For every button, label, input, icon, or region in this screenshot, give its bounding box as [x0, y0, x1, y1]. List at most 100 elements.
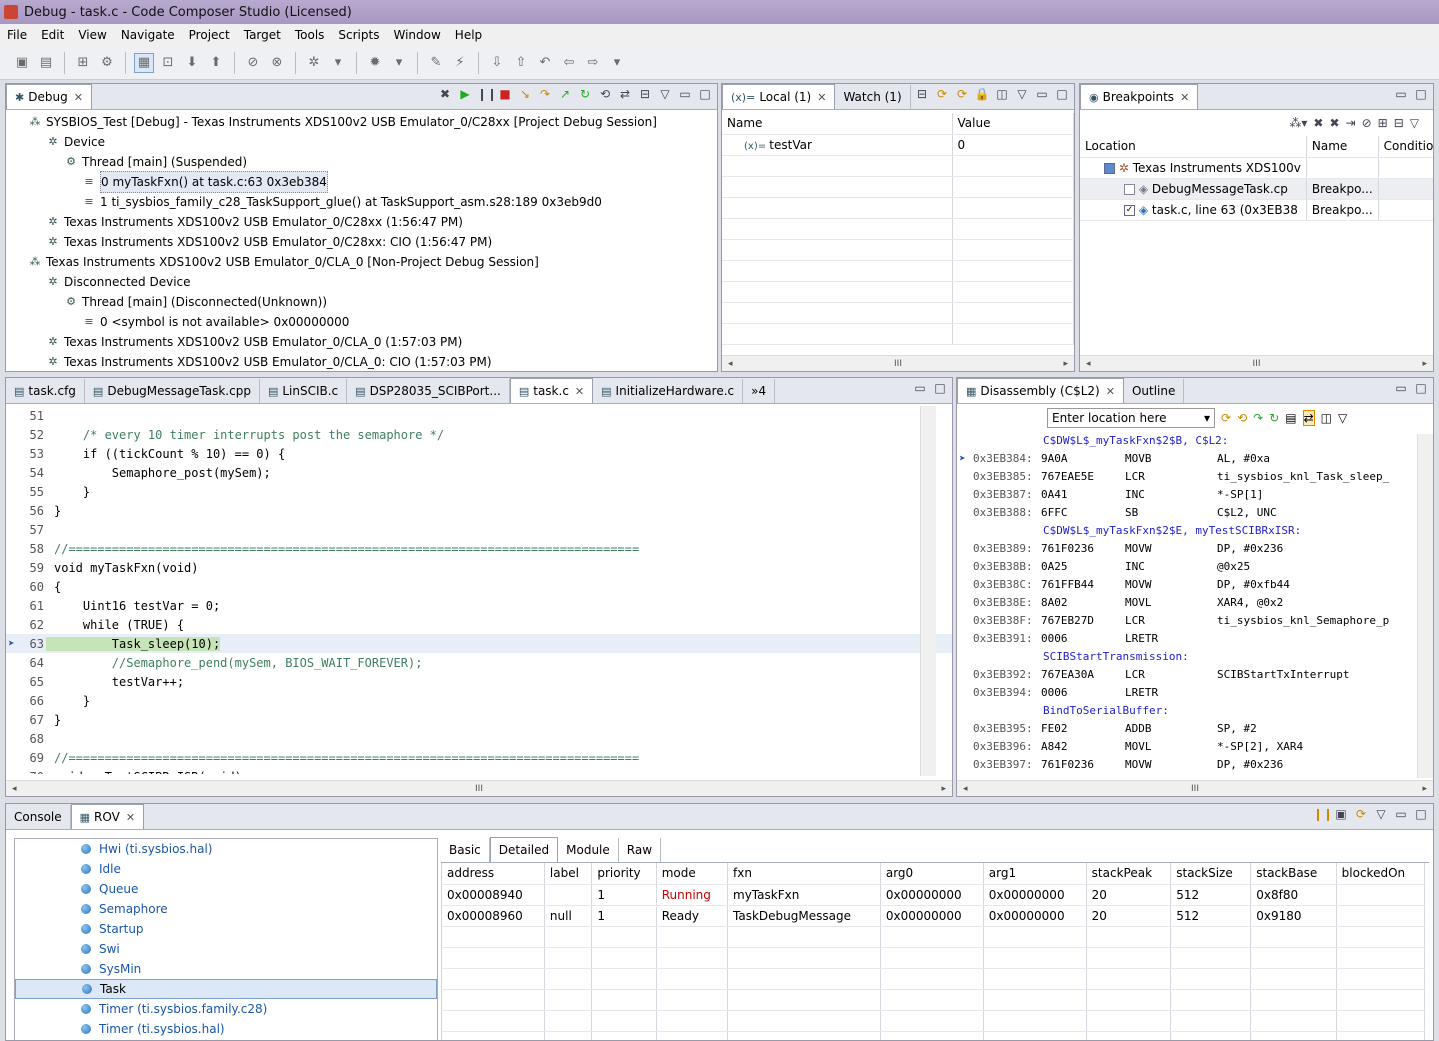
- refresh-icon[interactable]: ⟲: [1237, 411, 1247, 425]
- collapse-all-icon[interactable]: ⊟: [637, 87, 653, 101]
- remove-icon[interactable]: ✖: [1313, 116, 1323, 130]
- close-icon[interactable]: ✕: [1180, 91, 1189, 104]
- pause-icon[interactable]: ❙❙: [1313, 807, 1333, 821]
- maximize-icon[interactable]: □: [1054, 87, 1070, 101]
- menu-file[interactable]: File: [0, 28, 34, 42]
- step-over-icon[interactable]: ↷: [537, 87, 553, 101]
- remove-breakpoints-icon[interactable]: ⊗: [267, 53, 287, 73]
- close-icon[interactable]: ✕: [74, 91, 83, 104]
- code-line[interactable]: 60 {: [6, 577, 952, 596]
- tab-debug[interactable]: ✱ Debug ✕: [6, 84, 92, 109]
- col-address[interactable]: address: [441, 863, 545, 885]
- next-annotation-icon[interactable]: ⇩: [487, 53, 507, 73]
- disassembly-row[interactable]: C$DW$L$_myTaskFxn$2$E, myTestSCIBRxISR:: [957, 522, 1433, 540]
- maximize-icon[interactable]: □: [1413, 807, 1429, 821]
- code-line[interactable]: 58 //====================================…: [6, 539, 952, 558]
- close-icon[interactable]: ✕: [1106, 385, 1115, 398]
- rov-subtab[interactable]: Basic: [441, 838, 490, 862]
- location-combo[interactable]: Enter location here ▾: [1047, 408, 1215, 428]
- save-all-icon[interactable]: ▤: [36, 53, 56, 73]
- rov-module-item[interactable]: Queue: [15, 879, 437, 899]
- vertical-scrollbar[interactable]: [1417, 434, 1433, 778]
- disassembly-row[interactable]: 0x3EB395: FE02 ADDB SP, #2: [957, 720, 1433, 738]
- checkbox[interactable]: [1124, 183, 1135, 195]
- disassembly-row[interactable]: 0x3EB387: 0A41 INC *-SP[1]: [957, 486, 1433, 504]
- remove-all-icon[interactable]: ✖: [1329, 116, 1339, 130]
- build-dropdown-icon[interactable]: ▾: [328, 53, 348, 73]
- table-row[interactable]: ✓ ◈ task.c, line 63 (0x3EB38 Breakpo...: [1080, 199, 1433, 221]
- minimize-icon[interactable]: ▭: [1393, 807, 1409, 821]
- menu-window[interactable]: Window: [386, 28, 447, 42]
- memory-save-icon[interactable]: ⬆: [206, 53, 226, 73]
- view-menu-icon[interactable]: ▽: [657, 87, 673, 101]
- code-line[interactable]: 54 Semaphore_post(mySem);: [6, 463, 952, 482]
- tab-outline[interactable]: Outline: [1124, 379, 1185, 403]
- menu-navigate[interactable]: Navigate: [114, 28, 182, 42]
- prev-annotation-icon[interactable]: ⇧: [511, 53, 531, 73]
- rov-module-item[interactable]: Hwi (ti.sysbios.hal): [15, 839, 437, 859]
- debug-tree-item[interactable]: ≡ 0 <symbol is not available> 0x00000000: [28, 312, 717, 332]
- debug-tree-item[interactable]: ⁂ Texas Instruments XDS100v2 USB Emulator…: [28, 252, 717, 272]
- debug-tree-item[interactable]: ✲ Device: [28, 132, 717, 152]
- editor-tab[interactable]: ▤ task.cfg: [6, 379, 85, 403]
- close-icon[interactable]: ✕: [575, 385, 584, 398]
- col-arg1[interactable]: arg1: [983, 863, 1087, 885]
- disassembly-row[interactable]: 0x3EB392: 767EA30A LCR SCIBStartTxInterrupt: [957, 666, 1433, 684]
- flash-icon[interactable]: ⚡: [450, 53, 470, 73]
- editor-tab[interactable]: ▤ LinSCIB.c: [260, 379, 348, 403]
- menu-tools[interactable]: Tools: [288, 28, 332, 42]
- assembly-step-icon[interactable]: ↻: [577, 87, 593, 101]
- maximize-icon[interactable]: □: [1413, 381, 1429, 395]
- disassembly-row[interactable]: SCIBStartTransmission:: [957, 648, 1433, 666]
- disassembly-row[interactable]: 0x3EB394: 0006 LRETR: [957, 684, 1433, 702]
- horizontal-scrollbar[interactable]: ◂ III ▸: [722, 355, 1074, 371]
- code-line[interactable]: 52 /* every 10 timer interrupts post the…: [6, 425, 952, 444]
- menu-project[interactable]: Project: [182, 28, 237, 42]
- minimize-icon[interactable]: ▭: [1393, 87, 1409, 101]
- show-source-icon[interactable]: ▤: [1285, 411, 1296, 425]
- horizontal-scrollbar[interactable]: ◂ III ▸: [6, 780, 952, 796]
- view-menu-icon[interactable]: ▽: [1338, 411, 1347, 425]
- lock-icon[interactable]: 🔒: [974, 87, 990, 101]
- step-into-icon[interactable]: ↷: [1253, 411, 1263, 425]
- rov-subtab[interactable]: Raw: [619, 838, 662, 862]
- table-row[interactable]: (x)= testVar 0: [722, 134, 1074, 156]
- view-menu-icon[interactable]: ▽: [1410, 116, 1419, 130]
- horizontal-scrollbar[interactable]: ◂ III ▸: [1080, 355, 1433, 371]
- col-location[interactable]: Location: [1080, 136, 1307, 158]
- new-target-config-icon[interactable]: ⊞: [73, 53, 93, 73]
- go-to-icon[interactable]: ⟳: [1221, 411, 1231, 425]
- rov-module-item[interactable]: Semaphore: [15, 899, 437, 919]
- table-row[interactable]: ◈ DebugMessageTask.cp Breakpo...: [1080, 178, 1433, 200]
- save-icon[interactable]: ▣: [1333, 807, 1349, 821]
- launch-config-icon[interactable]: ⚙: [97, 53, 117, 73]
- col-name[interactable]: Name: [1306, 136, 1379, 158]
- checkbox-icon[interactable]: [1104, 162, 1115, 174]
- new-breakpoint-icon[interactable]: ⁂▾: [1289, 116, 1307, 130]
- checkbox-checked[interactable]: ✓: [1124, 204, 1135, 216]
- debug-launch-icon[interactable]: ✹: [365, 53, 385, 73]
- disassembly-row[interactable]: 0x3EB38F: 767EB27D LCR ti_sysbios_knl_Semap…: [957, 612, 1433, 630]
- disassembly-listing[interactable]: C$DW$L$_myTaskFxn$2$B, C$L2: ➤ 0x3EB384: 9A…: [957, 432, 1433, 778]
- editor-tab-overflow[interactable]: »4: [743, 379, 776, 403]
- remove-all-terminated-icon[interactable]: ✖: [437, 87, 453, 101]
- disassembly-row[interactable]: 0x3EB397: 761F0236 MOVW DP, #0x236: [957, 756, 1433, 774]
- last-edit-icon[interactable]: ↶: [535, 53, 555, 73]
- link-editor-icon[interactable]: ⇄: [1302, 410, 1315, 426]
- disassembly-row[interactable]: 0x3EB385: 767EAE5E LCR ti_sysbios_knl_Task_…: [957, 468, 1433, 486]
- debug-tree-item[interactable]: ✲ Texas Instruments XDS100v2 USB Emulator…: [28, 212, 717, 232]
- menu-scripts[interactable]: Scripts: [331, 28, 386, 42]
- tab-watch[interactable]: Watch (1): [835, 85, 911, 109]
- rov-module-item[interactable]: Idle: [15, 859, 437, 879]
- forward-dropdown-icon[interactable]: ▾: [607, 53, 627, 73]
- reset-icon[interactable]: ⟲: [597, 87, 613, 101]
- code-line[interactable]: 59 void myTaskFxn(void): [6, 558, 952, 577]
- col-name[interactable]: Name: [722, 113, 953, 135]
- disassembly-row[interactable]: BindToSerialBuffer:: [957, 702, 1433, 720]
- minimize-icon[interactable]: ▭: [1034, 87, 1050, 101]
- step-into-icon[interactable]: ↘: [517, 87, 533, 101]
- debug-tree-item[interactable]: ✲ Disconnected Device: [28, 272, 717, 292]
- code-line[interactable]: 61 Uint16 testVar = 0;: [6, 596, 952, 615]
- editor-tab[interactable]: ▤ DebugMessageTask.cpp: [85, 379, 260, 403]
- minimize-icon[interactable]: ▭: [1393, 381, 1409, 395]
